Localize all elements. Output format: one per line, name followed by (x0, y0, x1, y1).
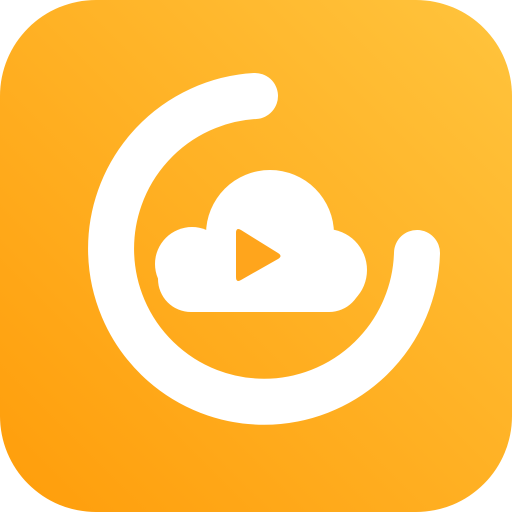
app-icon (0, 0, 512, 512)
icon-canvas (0, 0, 512, 512)
